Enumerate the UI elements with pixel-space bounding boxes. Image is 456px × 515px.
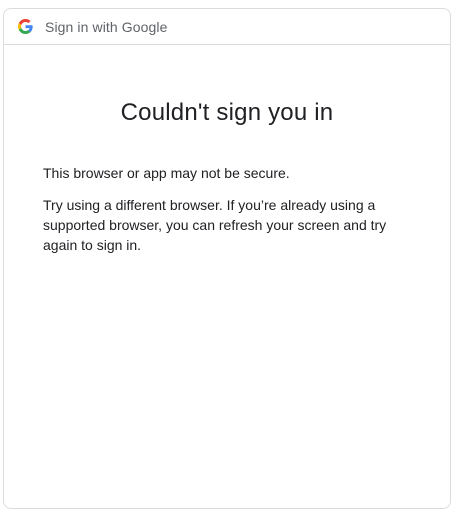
page-title: Couldn't sign you in [120, 99, 334, 126]
google-g-icon [18, 19, 33, 34]
header-title: Sign in with Google [45, 18, 168, 35]
sign-in-card: Sign in with Google Couldn't sign you in… [3, 8, 451, 509]
error-message: This browser or app may not be secure. T… [4, 163, 450, 255]
sign-in-header: Sign in with Google [4, 9, 450, 45]
security-warning-text: This browser or app may not be secure. [43, 165, 290, 181]
suggestion-text: Try using a different browser. If you’re… [43, 197, 387, 253]
